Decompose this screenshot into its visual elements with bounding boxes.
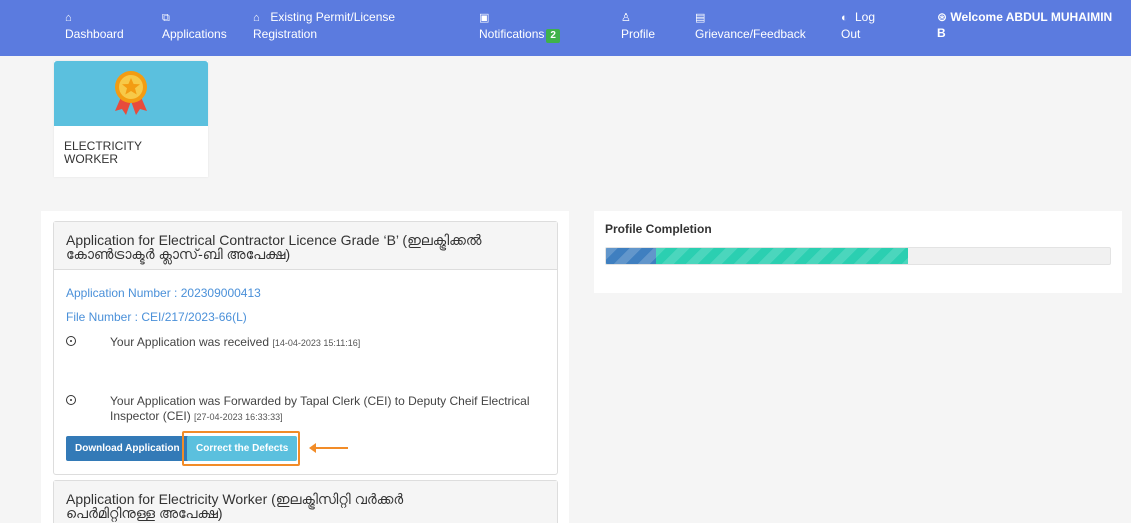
nav-applications[interactable]: ⧉ Applications (162, 9, 227, 42)
timeline-message: Your Application was received (110, 335, 269, 349)
timeline-time: [27-04-2023 16:33:33] (194, 412, 283, 422)
timeline-dot-icon (66, 395, 76, 405)
nav-notifications[interactable]: ▣ Notifications 2 (479, 9, 560, 43)
power-icon: ◐ (841, 12, 848, 24)
arrow-annotation-icon (309, 443, 348, 453)
card-label-line-2: WORKER (64, 152, 118, 166)
profile-completion-panel: Profile Completion (594, 211, 1122, 293)
application-1-title-2: കോൺട്രാക്ടർ ക്ലാസ്-ബി അപേക്ഷ) (66, 246, 291, 262)
timeline-item: Your Application was Forwarded by Tapal … (66, 394, 546, 428)
home-icon: ⌂ (65, 12, 72, 24)
application-2-title-2: പെർമിറ്റിനുള്ള അപേക്ഷ) (66, 505, 223, 521)
nav-applications-label: Applications (162, 27, 227, 41)
file-number[interactable]: File Number : CEI/217/2023-66(L) (66, 310, 247, 324)
progress-fill (606, 248, 909, 264)
nav-profile-label: Profile (621, 27, 656, 41)
nav-dashboard[interactable]: ⌂ Dashboard (65, 9, 124, 42)
timeline-text-2: Your Application was Forwarded by Tapal … (110, 394, 530, 425)
nav-logout-label-1: Log (855, 10, 876, 24)
timeline-text-1: Your Application was received [14-04-202… (110, 335, 360, 351)
nav-logout[interactable]: ◐ Log Out (841, 9, 875, 42)
application-card-1: Application for Electrical Contractor Li… (53, 221, 558, 475)
application-card-2: Application for Electricity Worker (ഇലക്… (53, 480, 558, 523)
nav-existing-permit[interactable]: ⌂ Existing Permit/License Registration (253, 9, 395, 42)
profile-progress-bar (605, 247, 1111, 265)
timeline-item: Your Application was received [14-04-202… (66, 335, 546, 351)
card-label: ELECTRICITY WORKER (54, 126, 208, 180)
application-1-title-1: Application for Electrical Contractor Li… (66, 232, 482, 248)
home-icon: ⌂ (253, 12, 260, 24)
profile-completion-title: Profile Completion (605, 222, 712, 236)
copy-icon: ⧉ (162, 12, 170, 24)
nav-notifications-label: Notifications (479, 27, 545, 41)
notifications-badge: 2 (546, 29, 560, 43)
electricity-worker-card[interactable]: ELECTRICITY WORKER (54, 61, 208, 177)
application-2-title-1: Application for Electricity Worker (ഇലക്… (66, 491, 404, 507)
user-circle-icon: ⊛ (937, 10, 948, 24)
applications-panel: Application for Electrical Contractor Li… (41, 211, 569, 523)
file-icon: ▤ (695, 12, 706, 24)
timeline-message-1: Your Application was Forwarded by Tapal … (110, 394, 530, 408)
nav-dashboard-label: Dashboard (65, 27, 124, 41)
welcome-text: Welcome ABDUL MUHAIMIN (950, 10, 1113, 24)
award-icon (115, 71, 147, 115)
nav-grievance-label: Grievance/Feedback (695, 27, 806, 41)
card-banner (54, 61, 208, 126)
download-application-button[interactable]: Download Application (66, 436, 189, 461)
top-navbar: ⌂ Dashboard ⧉ Applications ⌂ Existing Pe… (0, 0, 1131, 56)
timeline-message-2: Inspector (CEI) (110, 409, 191, 423)
application-2-header: Application for Electricity Worker (ഇലക്… (54, 481, 557, 523)
timeline-dot-icon (66, 336, 76, 346)
application-number[interactable]: Application Number : 202309000413 (66, 286, 261, 300)
nav-existing-label-1: Existing Permit/License (270, 10, 396, 24)
welcome-user[interactable]: ⊛ Welcome ABDUL MUHAIMIN B (937, 9, 1117, 41)
welcome-text-2: B (937, 26, 946, 40)
nav-logout-label-2: Out (841, 27, 861, 41)
nav-grievance[interactable]: ▤ Grievance/Feedback (695, 9, 806, 42)
correct-defects-button[interactable]: Correct the Defects (187, 436, 298, 461)
application-1-header: Application for Electrical Contractor Li… (54, 222, 557, 270)
user-icon: ♙ (621, 12, 631, 24)
progress-fill-start (606, 248, 656, 264)
timeline-time: [14-04-2023 15:11:16] (272, 338, 361, 348)
nav-existing-label-2: Registration (253, 27, 318, 41)
nav-profile[interactable]: ♙ Profile (621, 9, 655, 42)
inbox-icon: ▣ (479, 12, 490, 24)
